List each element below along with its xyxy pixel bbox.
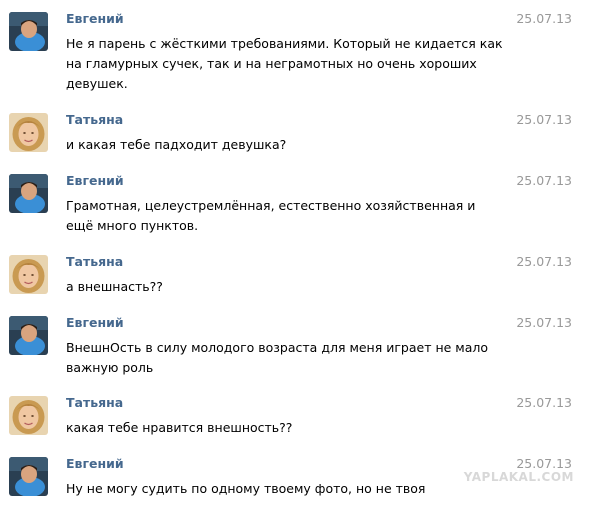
author-name[interactable]: Евгений — [66, 173, 124, 188]
avatar[interactable] — [9, 316, 48, 355]
avatar[interactable] — [9, 113, 48, 152]
author-name[interactable]: Татьяна — [66, 112, 123, 127]
female-avatar-icon — [9, 396, 48, 435]
male-avatar-icon — [9, 12, 48, 51]
author-name[interactable]: Евгений — [66, 315, 124, 330]
avatar[interactable] — [9, 255, 48, 294]
male-avatar-icon — [9, 316, 48, 355]
message-date: 25.07.13 — [516, 112, 572, 127]
message-text: Грамотная, целеустремлённая, естественно… — [66, 198, 476, 233]
avatar[interactable] — [9, 396, 48, 435]
message-text: Ну не могу судить по одному твоему фото,… — [66, 481, 426, 496]
avatar[interactable] — [9, 12, 48, 51]
message-date: 25.07.13 — [516, 395, 572, 410]
message-date: 25.07.13 — [516, 11, 572, 26]
message-text: ВнешнОсть в силу молодого возраста для м… — [66, 340, 489, 375]
avatar[interactable] — [9, 457, 48, 496]
male-avatar-icon — [9, 174, 48, 213]
message-date: 25.07.13 — [516, 173, 572, 188]
author-name[interactable]: Татьяна — [66, 254, 123, 269]
message-text: какая тебе нравится внешность?? — [66, 420, 293, 435]
message-date: 25.07.13 — [516, 315, 572, 330]
author-name[interactable]: Татьяна — [66, 395, 123, 410]
female-avatar-icon — [9, 113, 48, 152]
author-name[interactable]: Евгений — [66, 11, 124, 26]
message-text: и какая тебе падходит девушка? — [66, 137, 287, 152]
author-name[interactable]: Евгений — [66, 456, 124, 471]
avatar[interactable] — [9, 174, 48, 213]
message-text: а внешнасть?? — [66, 279, 163, 294]
message-date: 25.07.13 — [516, 456, 572, 471]
male-avatar-icon — [9, 457, 48, 496]
message-text: Не я парень с жёсткими требованиями. Кот… — [66, 36, 503, 91]
watermark: YAPLAKAL.COM — [463, 470, 574, 484]
female-avatar-icon — [9, 255, 48, 294]
message-date: 25.07.13 — [516, 254, 572, 269]
